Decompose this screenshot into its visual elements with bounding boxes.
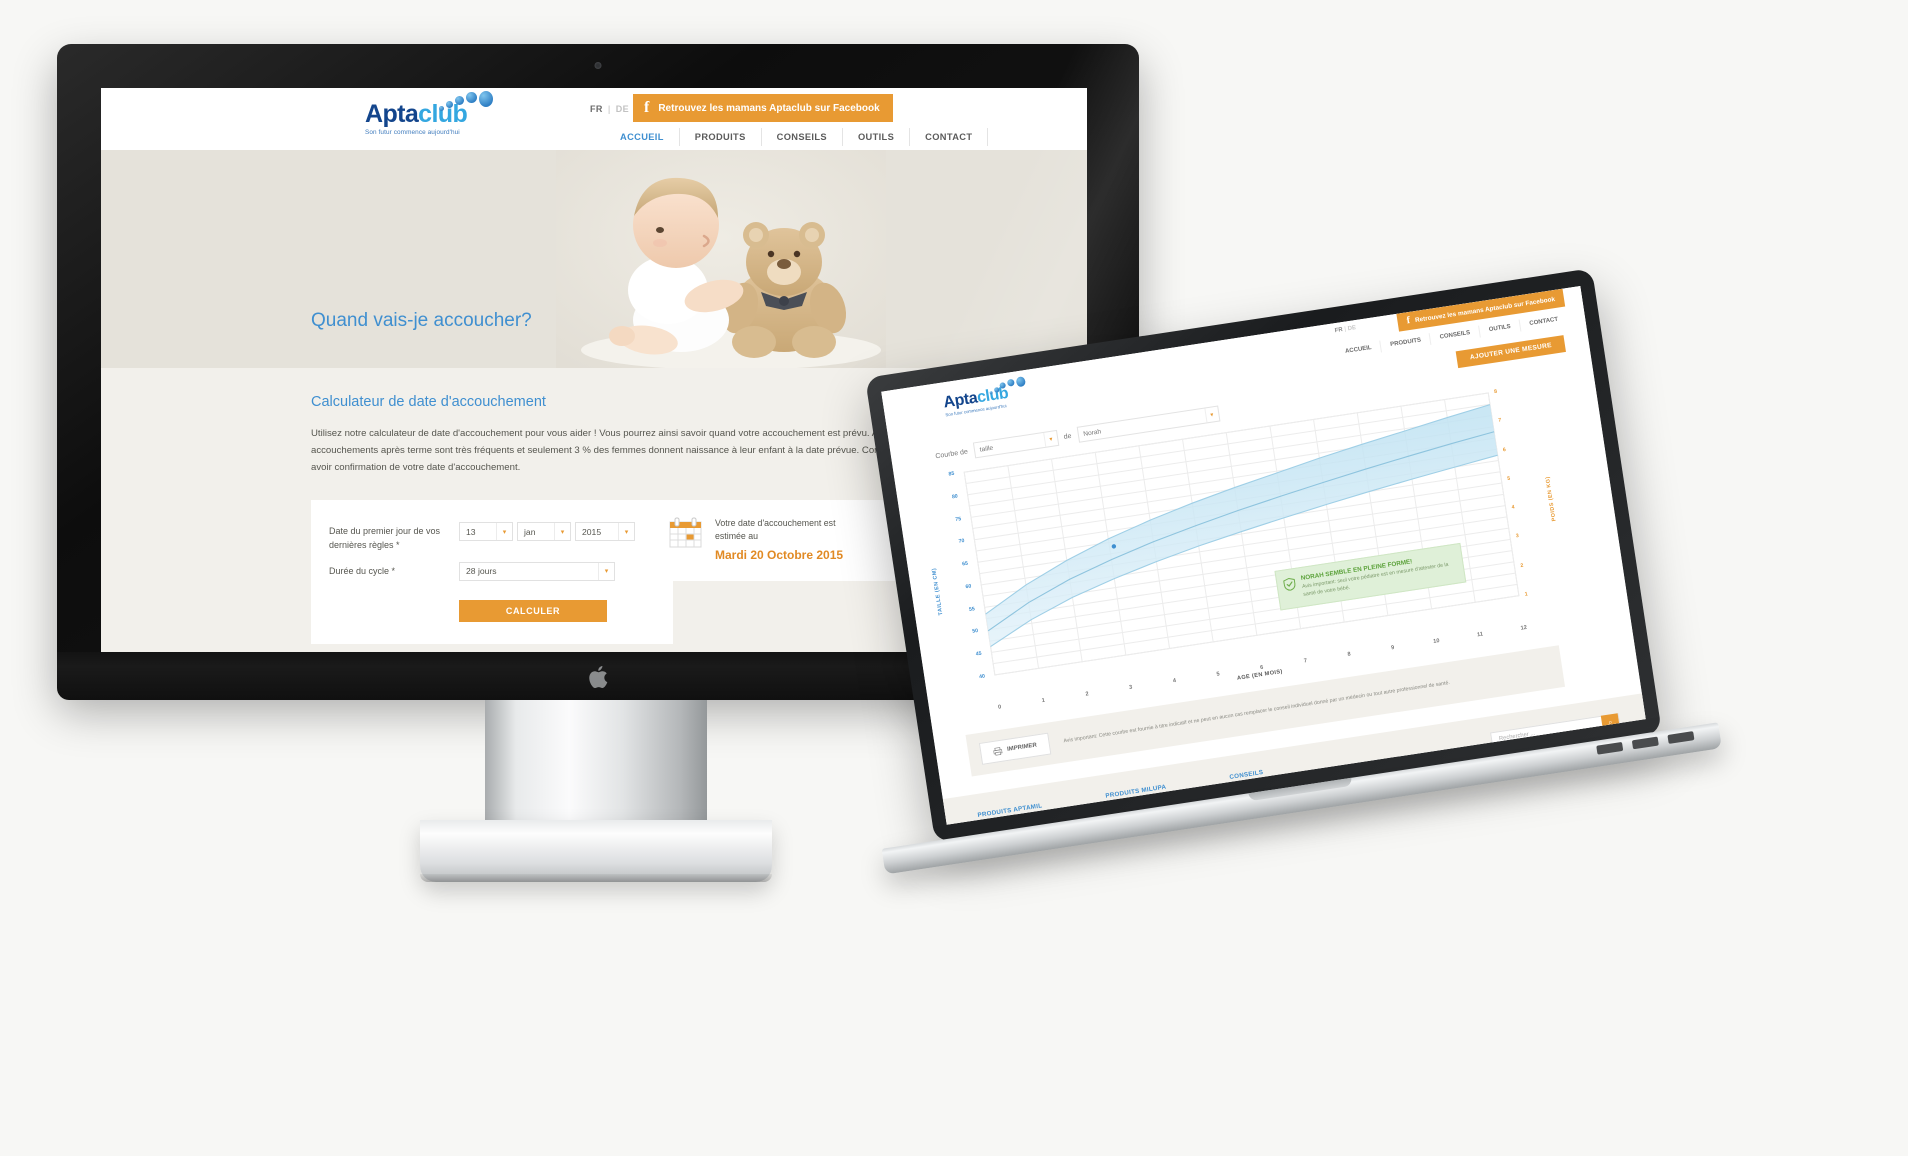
search-icon[interactable]: ⌕	[1600, 713, 1621, 733]
lang-separator: |	[607, 104, 611, 114]
result-box: Votre date d'accouchement est estimée au…	[653, 500, 915, 582]
webcam-icon	[594, 62, 602, 69]
nav-item-contact[interactable]: CONTACT	[909, 128, 989, 146]
chart-x-tick: 0	[997, 704, 1002, 711]
hero-title: Quand vais-je accoucher?	[311, 310, 532, 331]
nav-item-accueil[interactable]: ACCUEIL	[605, 128, 679, 146]
search-placeholder: Rechercher ...	[1498, 730, 1536, 743]
month-value: jan	[524, 526, 536, 537]
logo-bubbles-icon	[988, 376, 1030, 396]
metric-value: taille	[979, 444, 994, 454]
print-button[interactable]: IMPRIMER	[978, 732, 1052, 765]
nav-item-contact[interactable]: CONTACT	[1518, 312, 1568, 332]
apple-logo-icon	[589, 666, 608, 688]
chevron-down-icon: ▾	[1042, 431, 1058, 447]
month-select[interactable]: jan ▾	[517, 522, 571, 541]
chart-y2-axis-label: POIDS (EN KG)	[1544, 475, 1558, 522]
chart-x-tick: 5	[1216, 671, 1221, 678]
lang-de[interactable]: DE	[1347, 325, 1356, 332]
metric-select[interactable]: taille ▾	[972, 429, 1060, 459]
cycle-select[interactable]: 28 jours ▾	[459, 561, 615, 581]
estimated-due-date: Mardi 20 Octobre 2015	[715, 548, 844, 563]
hero-baby-photo	[556, 150, 886, 368]
date-label: Date du premier jour de vos dernières rè…	[329, 526, 441, 550]
facebook-button[interactable]: f Retrouvez les mamans Aptaclub sur Face…	[633, 94, 893, 122]
site-header: Aptaclub Son futur commence aujourd'hui …	[101, 88, 1087, 150]
year-select[interactable]: 2015 ▾	[575, 522, 635, 541]
nav-item-produits[interactable]: PRODUITS	[678, 128, 761, 146]
port	[1631, 736, 1659, 750]
criteria-middle-label: de	[1063, 432, 1072, 441]
chart-x-tick: 7	[1303, 658, 1308, 665]
form-row-cycle: Durée du cycle * 28 jours ▾	[329, 561, 651, 581]
growth-chart: TAILLE (EN CM) POIDS (EN KG) AGE (EN MOI…	[926, 384, 1558, 711]
lang-fr[interactable]: FR	[590, 104, 603, 114]
calculate-button[interactable]: CALCULER	[459, 599, 607, 622]
chevron-down-icon: ▾	[1203, 406, 1219, 423]
port	[1596, 741, 1624, 755]
result-line2: estimée au	[715, 531, 759, 542]
nav-item-accueil[interactable]: ACCUEIL	[1335, 341, 1381, 360]
imac-stand-neck	[485, 700, 707, 828]
laptop-website: Aptaclub Son futur commence aujourd'hui …	[881, 286, 1646, 825]
footer-column-title: PRODUITS APTAMIL	[977, 802, 1043, 820]
criteria-prefix-label: Courbe de	[934, 447, 969, 460]
hero-banner: Quand vais-je accoucher?	[101, 150, 1087, 368]
lang-de[interactable]: DE	[616, 104, 629, 114]
language-switcher[interactable]: FR | DE	[590, 104, 629, 114]
chart-x-tick: 9	[1390, 644, 1395, 652]
chevron-down-icon: ▾	[496, 523, 512, 540]
footer-column-aptamil: PRODUITS APTAMIL Allaitement Lait standa…	[977, 802, 1049, 824]
port	[1667, 731, 1695, 744]
imac-stand-foot	[420, 820, 772, 882]
chevron-down-icon: ▾	[618, 523, 634, 540]
form-row-date: Date du premier jour de vos dernières rè…	[329, 522, 651, 553]
printer-icon	[993, 747, 1003, 756]
nav-item-conseils[interactable]: CONSEILS	[1429, 325, 1480, 346]
chart-x-tick: 2	[1085, 691, 1090, 698]
chevron-down-icon: ▾	[554, 523, 570, 540]
facebook-icon: f	[1405, 314, 1411, 327]
result-text: Votre date d'accouchement est estimée au…	[715, 517, 843, 564]
main-navigation[interactable]: ACCUEIL PRODUITS CONSEILS OUTILS CONTACT	[605, 128, 989, 146]
result-line1: Votre date d'accouchement est	[715, 518, 836, 528]
aptaclub-logo[interactable]: Aptaclub Son futur commence aujourd'hui	[365, 91, 515, 136]
child-value: Norah	[1082, 427, 1102, 438]
day-value: 13	[466, 526, 476, 537]
logo-apta: Apta	[365, 100, 419, 128]
calendar-icon	[669, 517, 702, 548]
nav-item-produits[interactable]: PRODUITS	[1379, 333, 1431, 353]
nav-item-outils[interactable]: OUTILS	[1478, 319, 1521, 338]
cycle-label: Durée du cycle *	[329, 565, 396, 576]
chart-x-tick: 4	[1172, 677, 1177, 685]
print-button-label: IMPRIMER	[1006, 742, 1038, 753]
macbook-screen: Aptaclub Son futur commence aujourd'hui …	[881, 286, 1646, 825]
day-select[interactable]: 13 ▾	[459, 522, 513, 541]
calculator-form: Date du premier jour de vos dernières rè…	[311, 500, 673, 644]
logo-tagline: Son futur commence aujourd'hui	[365, 129, 460, 136]
chart-x-tick: 12	[1520, 624, 1528, 632]
chevron-down-icon: ▾	[598, 562, 614, 580]
footer-column-title: PRODUITS MILUPA	[1105, 783, 1167, 800]
facebook-icon: f	[644, 99, 650, 116]
lang-fr[interactable]: FR	[1334, 327, 1343, 334]
nav-item-conseils[interactable]: CONSEILS	[760, 128, 842, 146]
year-value: 2015	[582, 526, 602, 537]
laptop-aptaclub-logo[interactable]: Aptaclub Son futur commence aujourd'hui	[942, 376, 1027, 417]
chart-x-tick: 3	[1128, 684, 1133, 691]
logo-bubbles-icon	[439, 91, 501, 113]
chart-x-tick: 6	[1259, 664, 1264, 672]
nav-item-outils[interactable]: OUTILS	[841, 128, 909, 146]
chart-x-tick: 11	[1476, 631, 1484, 639]
footer-column-title: CONSEILS	[1229, 768, 1264, 781]
laptop-language-switcher[interactable]: FR | DE	[1334, 325, 1356, 334]
chart-x-tick: 1	[1041, 697, 1046, 705]
chart-x-tick: 10	[1432, 638, 1441, 645]
scene: Aptaclub Son futur commence aujourd'hui …	[0, 0, 1908, 1156]
facebook-button-label: Retrouvez les mamans Aptaclub sur Facebo…	[658, 102, 880, 114]
cycle-value: 28 jours	[466, 566, 497, 577]
shield-check-icon	[1283, 577, 1296, 591]
chart-x-tick: 8	[1347, 651, 1352, 658]
